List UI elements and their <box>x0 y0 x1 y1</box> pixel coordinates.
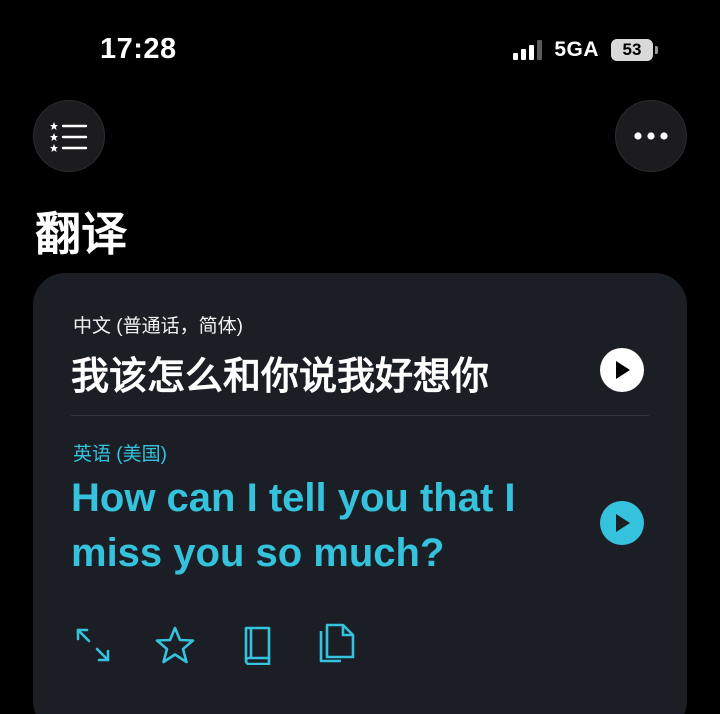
more-options-button[interactable] <box>615 100 687 172</box>
source-language-label[interactable]: 中文 (普通话，简体) <box>73 311 243 338</box>
play-source-button[interactable] <box>600 348 644 392</box>
divider <box>71 415 649 416</box>
target-language-label[interactable]: 英语 (美国) <box>73 439 167 466</box>
copy-icon <box>319 623 355 663</box>
translation-card: 中文 (普通话，简体) 我该怎么和你说我好想你 英语 (美国) How can … <box>33 273 687 714</box>
expand-icon <box>76 628 110 662</box>
translated-text: How can I tell you that I miss you so mu… <box>71 476 516 575</box>
battery-level: 53 <box>611 39 653 61</box>
play-translation-button[interactable] <box>600 501 644 545</box>
status-time: 17:28 <box>100 33 177 65</box>
expand-button[interactable] <box>71 623 115 667</box>
more-icon <box>634 132 668 140</box>
favorite-button[interactable] <box>153 623 197 667</box>
network-type: 5GA <box>554 38 599 61</box>
battery-icon: 53 <box>611 39 658 61</box>
play-icon <box>616 361 630 379</box>
copy-button[interactable] <box>315 623 359 667</box>
star-icon <box>155 626 195 664</box>
signal-icon <box>513 40 543 60</box>
status-indicators: 5GA 53 <box>513 38 658 62</box>
page-title: 翻译 <box>35 208 127 260</box>
play-icon <box>616 514 630 532</box>
translate-screen: 17:28 5GA 53 翻译 中文 (普通话，简体) 我该怎么和你说我好想你 … <box>0 0 720 714</box>
starred-list-icon <box>50 122 88 152</box>
dictionary-button[interactable] <box>235 623 279 667</box>
favorites-list-button[interactable] <box>33 100 105 172</box>
source-text: 我该怎么和你说我好想你 <box>71 356 490 398</box>
book-icon <box>244 626 271 665</box>
